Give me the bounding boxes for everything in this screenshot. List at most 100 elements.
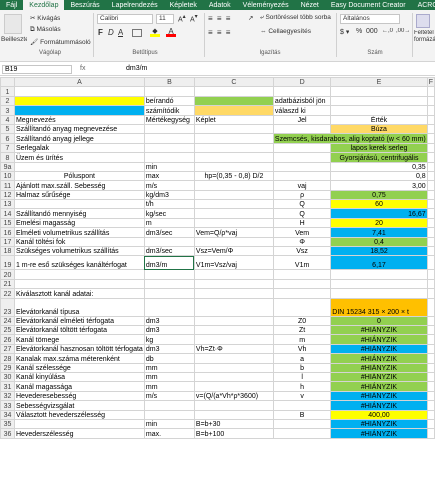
row-header[interactable]: 19: [0, 255, 15, 271]
cell[interactable]: kg/sec: [143, 208, 195, 219]
cell[interactable]: Szállítandó mennyiség: [13, 208, 145, 219]
cell[interactable]: [330, 95, 428, 107]
value-cell[interactable]: Búza: [330, 123, 428, 135]
italic-button[interactable]: D: [108, 28, 114, 37]
cell[interactable]: [426, 217, 435, 229]
cell[interactable]: Szállítandó anyag megnevezése: [13, 123, 145, 135]
value-cell[interactable]: DIN 15234 315 × 200 × t: [330, 297, 428, 317]
cell[interactable]: max: [143, 170, 195, 182]
symbol-cell[interactable]: Vem: [272, 227, 332, 238]
formula-cell[interactable]: B=b+100: [193, 428, 274, 439]
cell[interactable]: [193, 353, 274, 364]
cell[interactable]: [193, 381, 274, 392]
formula-cell[interactable]: Vh=Zt·Φ: [193, 343, 274, 355]
row-header[interactable]: 21: [0, 278, 15, 290]
value-cell[interactable]: 6,17: [330, 255, 428, 271]
cell[interactable]: Kanál magassága: [13, 381, 145, 392]
tab-view[interactable]: Nézet: [295, 0, 325, 10]
cell[interactable]: [193, 288, 274, 299]
cell[interactable]: [426, 255, 435, 271]
column-header-a[interactable]: A: [13, 77, 145, 88]
cell[interactable]: [143, 400, 195, 411]
row-header[interactable]: 2: [0, 95, 15, 107]
cell[interactable]: [426, 297, 435, 317]
column-header-d[interactable]: D: [272, 77, 332, 88]
decrease-decimal-icon[interactable]: ,00→: [396, 28, 410, 34]
cell[interactable]: [426, 371, 435, 383]
currency-icon[interactable]: $ ▾: [340, 28, 349, 36]
wrap-text-button[interactable]: ⤶ Sortöréssel több sorba: [260, 14, 331, 22]
legend-input-label[interactable]: beírandó: [143, 95, 195, 107]
symbol-cell[interactable]: h: [272, 381, 332, 392]
cell[interactable]: [193, 409, 274, 420]
cell[interactable]: [143, 236, 195, 248]
cell[interactable]: [426, 180, 435, 191]
cell[interactable]: Kanál szélessége: [13, 362, 145, 373]
tab-insert[interactable]: Beszúrás: [64, 0, 105, 10]
row-header[interactable]: 6: [0, 133, 15, 144]
value-cell[interactable]: #HIÁNYZIK: [330, 362, 428, 373]
cell[interactable]: [13, 269, 145, 280]
cell[interactable]: [193, 324, 274, 336]
row-header[interactable]: 7: [0, 142, 15, 154]
legend-select-label[interactable]: válaszd ki: [272, 105, 332, 116]
formula-cell[interactable]: V1m=Vsz/vaj: [193, 255, 274, 271]
number-format-select[interactable]: Általános: [340, 14, 400, 24]
cell[interactable]: db: [143, 353, 195, 364]
cell[interactable]: Halmaz sűrűsége: [13, 189, 145, 201]
cell[interactable]: [426, 170, 435, 182]
cell[interactable]: Választott hevederszélesség: [13, 409, 145, 420]
thousand-separator-button[interactable]: 000: [366, 28, 378, 35]
cell[interactable]: [426, 142, 435, 154]
value-cell[interactable]: 0: [330, 315, 428, 327]
tab-easy-document-creator[interactable]: Easy Document Creator: [325, 0, 412, 10]
cell[interactable]: m/s: [143, 180, 195, 191]
value-cell[interactable]: 0,4: [330, 236, 428, 248]
formula-cell[interactable]: Vem=Q/ρ*vaj: [193, 227, 274, 238]
cell[interactable]: [13, 161, 145, 172]
symbol-cell[interactable]: v: [272, 390, 332, 402]
value-cell[interactable]: 18,52: [330, 246, 428, 257]
value-cell[interactable]: #HIÁNYZIK: [330, 371, 428, 383]
cell[interactable]: dm3: [143, 315, 195, 327]
row-header[interactable]: 20: [0, 269, 15, 280]
tab-home[interactable]: Kezdőlap: [23, 0, 65, 10]
cell[interactable]: [426, 324, 435, 336]
cell[interactable]: Kanál kinyúlása: [13, 371, 145, 383]
cell[interactable]: [426, 152, 435, 163]
value-cell[interactable]: #HIÁNYZIK: [330, 381, 428, 392]
cell[interactable]: [426, 315, 435, 327]
cell[interactable]: m/s: [143, 390, 195, 402]
cell[interactable]: Elevátorkanál típusa: [13, 297, 145, 317]
row-header[interactable]: 15: [0, 217, 15, 229]
symbol-cell[interactable]: b: [272, 362, 332, 373]
select-all-corner[interactable]: [0, 77, 15, 88]
cell[interactable]: [426, 418, 435, 430]
formula-input[interactable]: dm3/m: [126, 65, 147, 72]
fill-color-icon[interactable]: ◆: [150, 27, 160, 37]
tab-page-layout[interactable]: Lapelrendezés: [106, 0, 164, 10]
cell[interactable]: [272, 123, 332, 135]
shrink-font-icon[interactable]: A▾: [190, 14, 198, 23]
formula-cell[interactable]: hp=(0,35 - 0,8) D/2: [193, 170, 274, 182]
cell[interactable]: min: [143, 418, 195, 430]
conditional-format-button[interactable]: Feltétel formázás: [414, 30, 435, 44]
column-header-b[interactable]: B: [143, 77, 195, 88]
cell[interactable]: [426, 400, 435, 411]
cell[interactable]: Sebességvizsgálat: [13, 400, 145, 411]
legend-blue-cell[interactable]: [13, 105, 145, 116]
cell[interactable]: [143, 152, 195, 163]
formula-cell[interactable]: Vsz=Vem/Φ: [193, 246, 274, 257]
row-header[interactable]: 14: [0, 208, 15, 219]
cell[interactable]: [330, 86, 428, 97]
cell[interactable]: kg/dm3: [143, 189, 195, 201]
row-header[interactable]: 23: [0, 297, 15, 317]
grow-font-icon[interactable]: A▴: [178, 14, 186, 23]
borders-icon[interactable]: [132, 29, 142, 37]
row-header[interactable]: 16: [0, 227, 15, 238]
row-header[interactable]: 25: [0, 324, 15, 336]
row-header[interactable]: 1: [0, 86, 15, 97]
value-cell[interactable]: 20: [330, 217, 428, 229]
cell[interactable]: [193, 86, 274, 97]
symbol-cell[interactable]: V1m: [272, 255, 332, 271]
